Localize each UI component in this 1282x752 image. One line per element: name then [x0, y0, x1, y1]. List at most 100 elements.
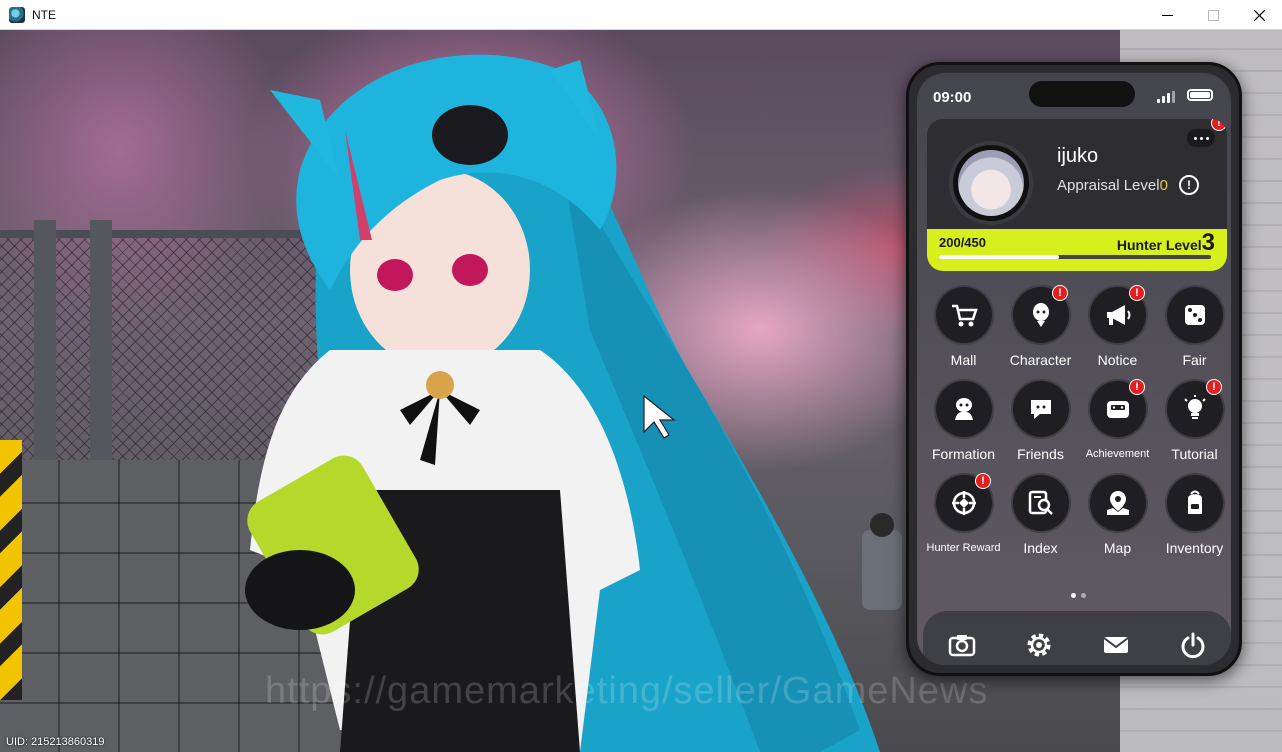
app-label: Index [1023, 540, 1058, 556]
settings-gear-icon [1027, 633, 1050, 657]
app-label: Formation [931, 446, 996, 462]
app-logo-icon [9, 6, 25, 23]
signal-icon [1157, 91, 1175, 103]
xp-text: 200/450 [939, 235, 986, 250]
hunter-level-label: Hunter Level [1116, 237, 1202, 253]
window-title: NTE [32, 7, 56, 22]
dot-icon [1205, 136, 1209, 140]
close-button[interactable] [1236, 0, 1282, 30]
notification-badge: ! [975, 473, 991, 489]
info-icon[interactable]: ! [1179, 175, 1199, 195]
notification-badge: ! [1129, 285, 1145, 301]
dot-icon [1199, 136, 1203, 140]
chat-icon [1030, 400, 1051, 419]
xp-progress-fill [939, 255, 1059, 259]
app-hunter-reward-button[interactable]: ! Hunter Reward [925, 473, 1002, 559]
title-bar: NTE [0, 0, 1282, 30]
formation-icon [954, 398, 973, 420]
index-search-icon [1028, 490, 1053, 515]
mail-icon [1102, 637, 1129, 653]
phone-notch [1029, 81, 1135, 107]
hunter-level-bar: 200/450 Hunter Level3 [927, 229, 1227, 271]
app-label: Character [1009, 352, 1072, 368]
app-tutorial-button[interactable]: ! Tutorial [1156, 379, 1231, 465]
app-index-button[interactable]: Index [1002, 473, 1079, 559]
app-label: Fair [1182, 352, 1207, 368]
maximize-button[interactable] [1190, 0, 1236, 30]
app-formation-button[interactable]: Formation [925, 379, 1002, 465]
character-icon [1032, 303, 1049, 327]
lightbulb-icon [1183, 395, 1206, 419]
app-friends-button[interactable]: Friends [1002, 379, 1079, 465]
xp-progress-track [939, 255, 1211, 259]
power-button[interactable] [1173, 625, 1213, 665]
app-circle [933, 285, 994, 345]
app-inventory-button[interactable]: Inventory [1156, 473, 1231, 559]
app-label: Map [1103, 540, 1132, 556]
settings-button[interactable] [1019, 625, 1059, 665]
hunter-level: Hunter Level3 [1117, 229, 1215, 257]
phone-screen: 09:00 ! ijuko Appraisal Level0 ! 200/450… [917, 73, 1231, 665]
app-circle [1164, 285, 1225, 345]
close-icon [1253, 9, 1265, 21]
player-uid: UID: 215213860319 [6, 736, 105, 748]
appraisal-level-value: 0 [1159, 177, 1168, 194]
megaphone-icon [1106, 305, 1130, 325]
app-label: Tutorial [1171, 446, 1218, 462]
app-grid: Mall! Character! Notice Fair Formation Friend… [925, 285, 1231, 559]
dice-icon [1184, 305, 1205, 325]
username: ijuko [1057, 145, 1099, 167]
phone-dock [923, 611, 1231, 665]
game-window: NTE https://gamemarketing/seller/GameNew… [0, 0, 1282, 752]
app-map-button[interactable]: Map [1079, 473, 1156, 559]
app-circle [1087, 473, 1148, 533]
app-circle [1010, 473, 1071, 533]
app-notice-button[interactable]: ! Notice [1079, 285, 1156, 371]
page-dot-active [1071, 593, 1076, 598]
window-controls [1144, 0, 1282, 30]
app-circle [933, 379, 994, 439]
app-label: Friends [1017, 446, 1064, 462]
battery-icon [1187, 89, 1213, 101]
app-label: Achievement [1085, 448, 1150, 460]
app-circle [1010, 379, 1071, 439]
page-dot [1081, 593, 1086, 598]
page-indicator [1071, 593, 1086, 598]
app-fair-button[interactable]: Fair [1156, 285, 1231, 371]
appraisal-level: Appraisal Level0 [1057, 177, 1168, 194]
watermark-text: https://gamemarketing/seller/GameNews [265, 670, 989, 712]
dot-icon [1193, 136, 1197, 140]
notification-badge: ! [1211, 119, 1227, 131]
cart-icon [951, 304, 978, 327]
achievement-icon [1106, 401, 1129, 418]
avatar[interactable] [949, 141, 1033, 225]
app-label: Mall [950, 352, 977, 368]
profile-card[interactable]: ! ijuko Appraisal Level0 ! 200/450 Hunte… [927, 119, 1227, 271]
app-label: Hunter Reward [926, 542, 1001, 554]
hunter-level-value: 3 [1201, 229, 1215, 256]
camera-button[interactable] [942, 625, 982, 665]
app-label: Notice [1097, 352, 1138, 368]
more-options-button[interactable] [1187, 129, 1215, 147]
appraisal-label: Appraisal Level [1057, 177, 1160, 194]
map-pin-icon [1106, 491, 1129, 515]
minimize-button[interactable] [1144, 0, 1190, 30]
minimize-icon [1161, 14, 1173, 16]
maximize-icon [1207, 9, 1219, 21]
mail-button[interactable] [1096, 625, 1136, 665]
phone-menu: 09:00 ! ijuko Appraisal Level0 ! 200/450… [906, 62, 1242, 676]
status-time: 09:00 [933, 89, 972, 106]
app-mall-button[interactable]: Mall [925, 285, 1002, 371]
camera-icon [948, 635, 975, 657]
avatar-portrait [958, 150, 1024, 216]
notification-badge: ! [1052, 285, 1068, 301]
power-icon [1181, 632, 1204, 659]
notification-badge: ! [1129, 379, 1145, 395]
app-character-button[interactable]: ! Character [1002, 285, 1079, 371]
app-achievement-button[interactable]: ! Achievement [1079, 379, 1156, 465]
backpack-icon [1187, 490, 1202, 514]
app-circle [1164, 473, 1225, 533]
target-icon [951, 491, 976, 515]
app-label: Inventory [1165, 540, 1224, 556]
notification-badge: ! [1206, 379, 1222, 395]
